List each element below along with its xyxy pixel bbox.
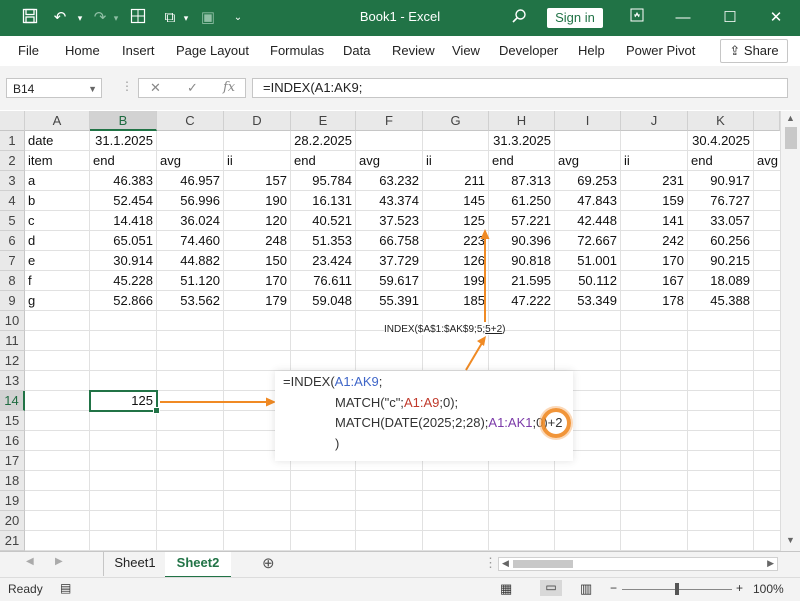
scroll-left-icon[interactable]: ◀ [502,558,509,569]
callout-line-1: =INDEX(A1:AK9; [283,374,382,389]
callout-line-3: MATCH(DATE(2025;2;28);A1:AK1;0)+2 [335,415,563,430]
horizontal-scroll-thumb[interactable] [513,560,573,568]
line1-text: =INDEX( [283,374,335,389]
annotation-arrows [160,229,490,407]
horizontal-scrollbar[interactable]: ◀ ▶ [498,557,778,571]
line1-ref: A1:AK9 [334,374,379,389]
line1-end: ; [378,374,383,389]
note-part-b: 5+2 [485,324,503,335]
note-part-c: ) [502,324,506,335]
zoom-out-icon[interactable]: − [610,581,617,595]
next-sheet-icon[interactable]: ▶ [55,556,63,567]
status-bar: Ready ▤ ▦ ▭ ▥ − + 100% [0,577,800,601]
index-explanation-note: INDEX($A$1:$AK$9;5;5+2) [384,324,506,335]
line2-end: ;0); [439,395,459,410]
line3-ref: A1:AK1 [488,415,533,430]
sheet-tab-sheet2[interactable]: Sheet2 [165,552,231,578]
zoom-level[interactable]: 100% [753,582,784,596]
sheet-tab-sheet1[interactable]: Sheet1 [103,552,167,576]
line3-text: MATCH(DATE(2025;2;28); [335,415,489,430]
scroll-right-icon[interactable]: ▶ [767,558,774,569]
highlight-circle [539,406,573,440]
vertical-scrollbar[interactable]: ▲ ▼ [780,111,800,551]
sheet-tab-bar: ◀ ▶ Sheet1 Sheet2 ⊕ ⋮ ◀ ▶ [0,551,800,578]
page-break-view-icon[interactable]: ▥ [580,581,592,597]
add-sheet-icon[interactable]: ⊕ [262,554,275,572]
prev-sheet-icon[interactable]: ◀ [26,556,34,567]
tab-splitter-icon[interactable]: ⋮ [484,555,497,571]
callout-line-4: ) [335,436,340,451]
page-layout-view-icon[interactable]: ▭ [540,580,562,596]
formula-callout: =INDEX(A1:AK9; MATCH("c";A1:A9;0); MATCH… [275,371,573,461]
line2-text: MATCH("c"; [335,395,404,410]
scroll-down-icon[interactable]: ▼ [786,535,795,545]
status-ready: Ready [8,582,43,596]
callout-line-2: MATCH("c";A1:A9;0); [335,395,458,410]
vertical-scroll-thumb[interactable] [785,127,797,149]
normal-view-icon[interactable]: ▦ [500,581,512,597]
zoom-in-icon[interactable]: + [736,581,743,595]
scroll-up-icon[interactable]: ▲ [786,113,795,123]
zoom-slider-thumb[interactable] [675,583,679,595]
accessibility-icon[interactable]: ▤ [60,581,71,595]
line2-ref: A1:A9 [403,395,440,410]
note-part-a: INDEX($A$1:$AK$9;5; [384,324,486,335]
